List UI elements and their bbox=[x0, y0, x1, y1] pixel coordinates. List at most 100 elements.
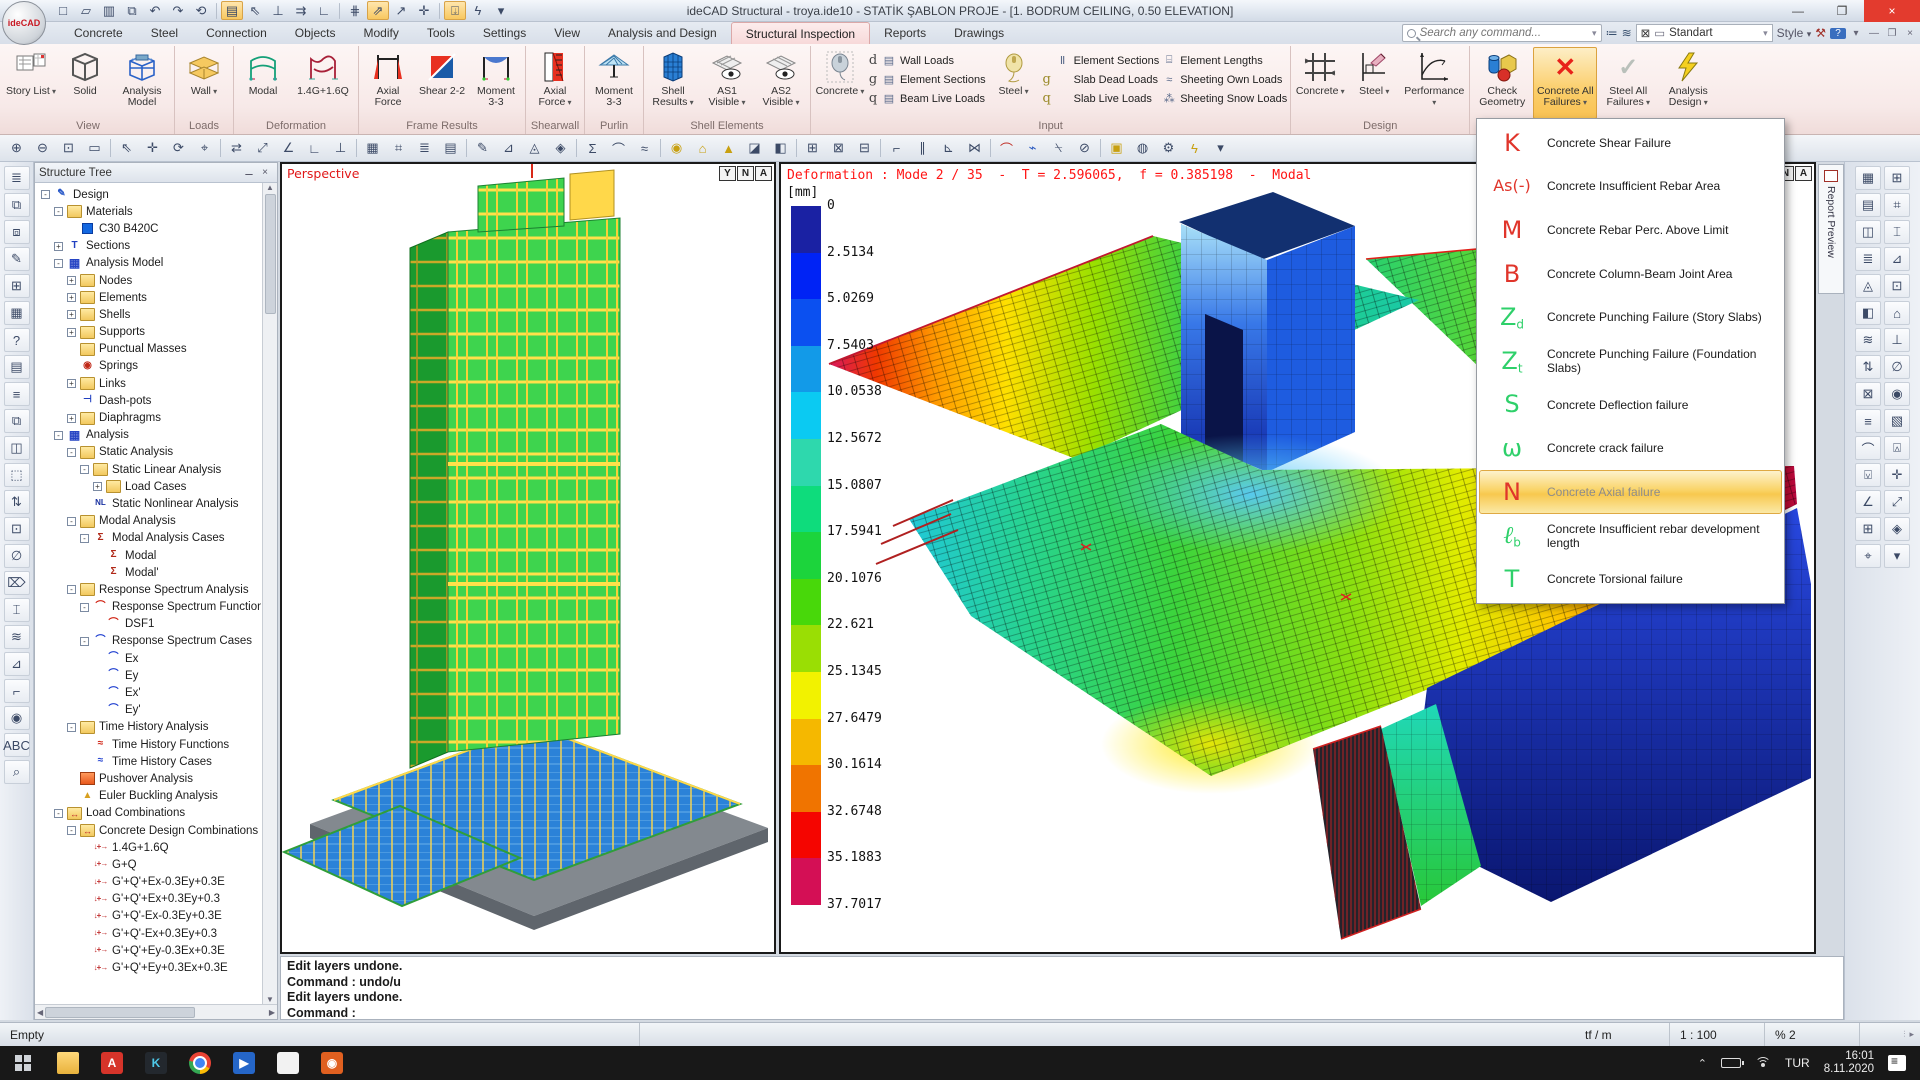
search-dropdown-icon[interactable]: ▾ bbox=[1592, 28, 1597, 39]
qat-icon[interactable] bbox=[439, 3, 440, 19]
toolbar-icon[interactable]: ▦ bbox=[360, 137, 385, 159]
ribbon-tab[interactable]: Settings bbox=[469, 22, 540, 44]
dock-icon[interactable]: ▦ bbox=[4, 301, 30, 325]
qat-icon[interactable]: ⊥ bbox=[267, 1, 289, 20]
expand-toggle[interactable]: + bbox=[67, 310, 76, 319]
input-item[interactable]: ⅡElement Sections bbox=[1042, 51, 1160, 70]
menu-item[interactable]: B Concrete Column-Beam Joint Area bbox=[1479, 252, 1782, 296]
dock-icon[interactable]: ⊥ bbox=[1884, 328, 1910, 352]
tree-row[interactable]: G'+Q'+Ex+0.3Ey+0.3 bbox=[35, 891, 261, 908]
pin-icon[interactable]: ⚊ bbox=[241, 167, 257, 178]
menu-item[interactable]: S Concrete Deflection failure bbox=[1479, 383, 1782, 427]
qat-icon[interactable]: ↶ bbox=[144, 1, 166, 20]
tree-row[interactable]: G'+Q'+Ey-0.3Ex+0.3E bbox=[35, 942, 261, 959]
dock-icon[interactable]: ⊞ bbox=[1884, 166, 1910, 190]
qat-icon[interactable]: ⇖ bbox=[244, 1, 266, 20]
qat-icon[interactable]: ⧉ bbox=[121, 1, 143, 20]
command-search[interactable]: ▾ bbox=[1402, 24, 1602, 42]
design-concrete-button[interactable]: Concrete bbox=[1294, 47, 1346, 119]
scroll-up-icon[interactable]: ▲ bbox=[266, 183, 274, 192]
ribbon-tab[interactable]: Connection bbox=[192, 22, 281, 44]
check-geometry-button[interactable]: Check Geometry bbox=[1473, 47, 1531, 119]
dock-icon[interactable]: ⊿ bbox=[1884, 247, 1910, 271]
language-indicator[interactable]: TUR bbox=[1785, 1056, 1810, 1070]
dock-icon[interactable]: ◫ bbox=[4, 436, 30, 460]
toolbar-icon[interactable]: ▭ bbox=[82, 137, 107, 159]
tree-horizontal-scrollbar[interactable]: ◀ ▶ bbox=[35, 1004, 277, 1019]
menu-item[interactable]: M Concrete Rebar Perc. Above Limit bbox=[1479, 208, 1782, 252]
toolbar-icon[interactable] bbox=[1098, 137, 1103, 159]
toolbar-icon[interactable]: ⌒ bbox=[606, 137, 631, 159]
view-toggle-button[interactable]: A bbox=[1795, 166, 1812, 181]
dock-icon[interactable]: ≋ bbox=[1855, 328, 1881, 352]
toolbar-icon[interactable]: ⊟ bbox=[852, 137, 877, 159]
qat-icon[interactable]: ⇉ bbox=[290, 1, 312, 20]
toolbar-icon[interactable]: ▤ bbox=[438, 137, 463, 159]
toolbar-icon[interactable]: ⍀ bbox=[1046, 137, 1071, 159]
dock-icon[interactable]: ▤ bbox=[4, 355, 30, 379]
dock-icon[interactable]: ⇅ bbox=[4, 490, 30, 514]
toolbar-icon[interactable] bbox=[574, 137, 579, 159]
tree-row[interactable]: Ey' bbox=[35, 702, 261, 719]
expand-toggle[interactable]: - bbox=[80, 465, 89, 474]
tree-vertical-scrollbar[interactable]: ▲ ▼ bbox=[262, 183, 277, 1004]
tree-row[interactable]: Euler Buckling Analysis bbox=[35, 788, 261, 805]
dock-icon[interactable]: ⌕ bbox=[4, 760, 30, 784]
tree-row[interactable]: Ex bbox=[35, 650, 261, 667]
wall-button[interactable]: Wall bbox=[178, 47, 230, 119]
expand-toggle[interactable]: - bbox=[80, 534, 89, 543]
expand-toggle[interactable]: + bbox=[67, 276, 76, 285]
toolbar-icon[interactable]: ⊠ bbox=[826, 137, 851, 159]
tree-row[interactable]: - Design bbox=[35, 186, 261, 203]
dock-icon[interactable]: ⤢ bbox=[1884, 490, 1910, 514]
ribbon-tab[interactable]: Analysis and Design bbox=[594, 22, 731, 44]
toolbar-icon[interactable]: Σ bbox=[580, 137, 605, 159]
toolbar-icon[interactable]: ⊕ bbox=[4, 137, 29, 159]
toolbar-icon[interactable] bbox=[988, 137, 993, 159]
dock-icon[interactable]: ⌶ bbox=[4, 598, 30, 622]
dock-icon[interactable]: ⊡ bbox=[4, 517, 30, 541]
dock-icon[interactable]: ⌗ bbox=[1884, 193, 1910, 217]
taskbar-app-button[interactable] bbox=[266, 1046, 310, 1080]
dock-icon[interactable]: ⊿ bbox=[4, 652, 30, 676]
scroll-right-icon[interactable]: ▶ bbox=[269, 1008, 275, 1017]
toolbar-icon[interactable]: ∟ bbox=[302, 137, 327, 159]
expand-toggle[interactable]: + bbox=[67, 379, 76, 388]
tree-row[interactable]: + Elements bbox=[35, 289, 261, 306]
dock-icon[interactable]: ⌖ bbox=[1855, 544, 1881, 568]
dock-icon[interactable]: ⊞ bbox=[4, 274, 30, 298]
dock-icon[interactable]: ABC bbox=[4, 733, 30, 757]
qat-icon[interactable]: ▾ bbox=[490, 1, 512, 20]
scroll-thumb[interactable] bbox=[45, 1007, 195, 1018]
notification-icon[interactable] bbox=[1888, 1055, 1906, 1071]
dock-icon[interactable]: ⇅ bbox=[1855, 355, 1881, 379]
view-toggle-button[interactable]: A bbox=[755, 166, 772, 181]
expand-toggle[interactable]: + bbox=[67, 414, 76, 423]
story-list-button[interactable]: Story List bbox=[5, 47, 57, 119]
toolbar-icon[interactable]: ⊞ bbox=[800, 137, 825, 159]
tray-chevron-icon[interactable]: ⌃ bbox=[1698, 1057, 1707, 1070]
toolbar-icon[interactable]: ◬ bbox=[522, 137, 547, 159]
tree-row[interactable]: + Diaphragms bbox=[35, 409, 261, 426]
battery-icon[interactable] bbox=[1721, 1058, 1741, 1068]
toolbar-icon[interactable]: ⌒ bbox=[994, 137, 1019, 159]
standart-combo[interactable]: ⊠ ▭ Standart ▾ bbox=[1636, 24, 1773, 42]
toolbar-icon[interactable]: ⤢ bbox=[250, 137, 275, 159]
toolbar-icon[interactable]: ⊘ bbox=[1072, 137, 1097, 159]
input-steel-button[interactable]: Steel bbox=[988, 47, 1040, 119]
qat-icon[interactable]: ▥ bbox=[98, 1, 120, 20]
toolbar-icon[interactable]: ◈ bbox=[548, 137, 573, 159]
tree-row[interactable]: + Sections bbox=[35, 238, 261, 255]
scroll-left-icon[interactable]: ◀ bbox=[37, 1008, 43, 1017]
qat-icon[interactable]: ⋕ bbox=[344, 1, 366, 20]
shearwall-axial-button[interactable]: Axial Force bbox=[529, 47, 581, 119]
design-performance-button[interactable]: Performance bbox=[1402, 47, 1466, 119]
expand-toggle[interactable]: - bbox=[80, 637, 89, 646]
report-preview-tab[interactable]: Report Preview bbox=[1818, 164, 1844, 294]
toolbar-icon[interactable] bbox=[354, 137, 359, 159]
tree-row[interactable]: G+Q bbox=[35, 856, 261, 873]
dock-icon[interactable]: ⌂ bbox=[1884, 301, 1910, 325]
dock-icon[interactable]: ⊞ bbox=[1855, 517, 1881, 541]
taskbar-app-button[interactable] bbox=[46, 1046, 90, 1080]
layer-list-icon[interactable]: ≔ bbox=[1606, 26, 1618, 40]
